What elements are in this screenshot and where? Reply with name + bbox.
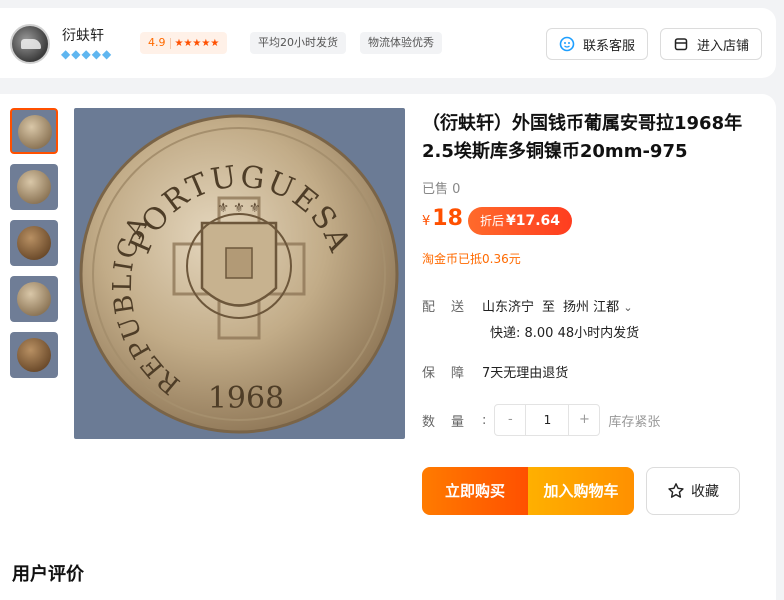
quantity-minus-button[interactable]: - — [495, 405, 525, 435]
quantity-label: 数量 — [422, 414, 481, 430]
enter-store-label: 进入店铺 — [697, 38, 750, 54]
purchase-buttons: 立即购买 加入购物车 — [422, 467, 634, 515]
thumbnail-coin — [17, 282, 51, 316]
discount-price-badge: 折后 ¥17.64 — [468, 207, 573, 235]
guarantee-row: 保障 7天无理由退货 — [422, 362, 568, 381]
thumbnail-5[interactable] — [10, 332, 58, 378]
favorite-button[interactable]: 收藏 — [646, 467, 740, 515]
stock-status: 库存紧张 — [608, 414, 661, 430]
thumbnail-3[interactable] — [10, 220, 58, 266]
diamond-icon: ◆ — [61, 47, 71, 61]
shop-avatar[interactable] — [10, 24, 50, 64]
avatar-mark — [21, 39, 41, 49]
delivery-to-word: 至 — [542, 300, 556, 315]
add-to-cart-button[interactable]: 加入购物车 — [528, 467, 634, 515]
diamond-icon: ◆ — [101, 47, 112, 61]
thumbnail-coin — [17, 170, 51, 204]
thumbnail-coin — [18, 115, 52, 149]
thumbnail-4[interactable] — [10, 276, 58, 322]
thumbnail-coin — [17, 338, 51, 372]
shop-header: 衍蚨轩 ◆ ◆ ◆ ◆ ◆ 4.9 ★★★★★ 平均20小时发货 物流体验优秀 联… — [0, 8, 776, 78]
diamond-icon: ◆ — [81, 47, 91, 61]
quantity-plus-button[interactable]: + — [569, 405, 599, 435]
contact-service-label: 联系客服 — [583, 38, 636, 54]
delivery-destination[interactable]: 扬州 江都 — [563, 300, 619, 315]
guarantee-label: 保障 — [422, 366, 481, 381]
quantity-input[interactable]: 1 — [525, 405, 570, 435]
main-product-image[interactable]: ⚜ ⚜ ⚜ PORTUGUESA REPUBLICA 1968 — [74, 108, 405, 439]
shop-level-diamonds: ◆ ◆ ◆ ◆ ◆ — [61, 48, 111, 60]
svg-text:⚜ ⚜ ⚜: ⚜ ⚜ ⚜ — [217, 201, 260, 216]
contact-service-button[interactable]: 联系客服 — [546, 28, 648, 60]
enter-store-button[interactable]: 进入店铺 — [660, 28, 762, 60]
shop-rating-badge: 4.9 ★★★★★ — [140, 32, 228, 54]
thumbnail-2[interactable] — [10, 164, 58, 210]
taojin-coin-note: 淘金币已抵0.36元 — [422, 252, 521, 266]
shipping-info: 快递: 8.00 48小时内发货 — [490, 326, 640, 341]
reviews-heading: 用户评价 — [12, 564, 84, 585]
store-icon — [674, 38, 688, 51]
thumbnail-coin — [17, 226, 51, 260]
discount-price: ¥17.64 — [506, 213, 561, 229]
thumbnail-1[interactable] — [10, 108, 58, 154]
shop-name[interactable]: 衍蚨轩 — [62, 25, 104, 45]
guarantee-text[interactable]: 7天无理由退货 — [482, 366, 568, 381]
quantity-row: 数量: - 1 + 库存紧张 — [422, 404, 660, 436]
quantity-colon: : — [482, 412, 487, 428]
price-currency: ¥ — [422, 214, 431, 229]
chevron-down-icon[interactable]: ⌄ — [623, 301, 632, 314]
quantity-stepper: - 1 + — [494, 404, 601, 436]
coin-image: ⚜ ⚜ ⚜ PORTUGUESA REPUBLICA 1968 — [79, 114, 399, 434]
product-panel: ⚜ ⚜ ⚜ PORTUGUESA REPUBLICA 1968 （衍蚨轩）外国钱… — [0, 94, 776, 600]
customer-service-icon — [559, 36, 575, 52]
product-title: （衍蚨轩）外国钱币葡属安哥拉1968年2.5埃斯库多铜镍币20mm-975 — [422, 113, 743, 162]
shop-tag-shipping: 平均20小时发货 — [250, 32, 346, 54]
buy-now-button[interactable]: 立即购买 — [422, 467, 528, 515]
delivery-from: 山东济宁 — [482, 300, 535, 315]
price-value: 18 — [432, 206, 463, 231]
sold-count: 已售 0 — [422, 182, 461, 197]
delivery-label: 配送 — [422, 300, 481, 315]
coin-year: 1968 — [208, 381, 284, 416]
favorite-label: 收藏 — [691, 484, 719, 500]
rating-value: 4.9 — [148, 36, 166, 49]
price: ¥ 18 — [422, 206, 463, 231]
discount-label: 折后 — [480, 214, 505, 228]
shop-tag-logistics: 物流体验优秀 — [360, 32, 442, 54]
delivery-row: 配送 山东济宁至扬州 江都 ⌄ — [422, 296, 633, 315]
diamond-icon: ◆ — [71, 47, 81, 61]
star-icon — [668, 483, 684, 498]
thumbnail-list — [10, 108, 58, 378]
rating-stars: ★★★★★ — [169, 38, 220, 49]
diamond-icon: ◆ — [91, 47, 101, 61]
